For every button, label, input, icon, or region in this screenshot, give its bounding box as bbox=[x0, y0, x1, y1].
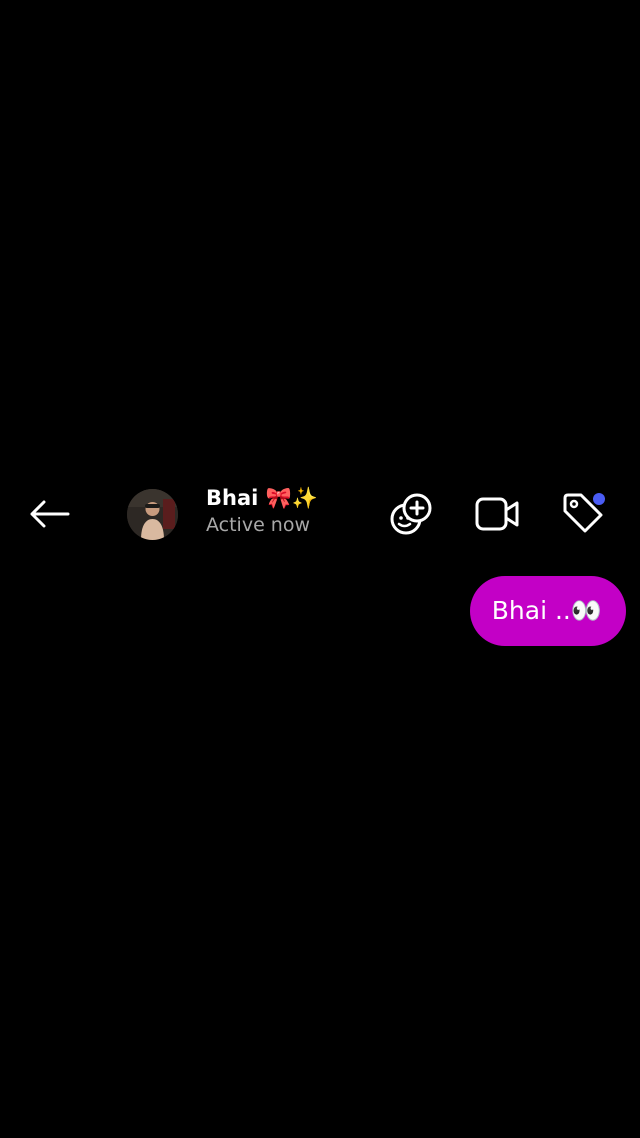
avatar[interactable] bbox=[127, 489, 178, 540]
sticker-add-icon bbox=[390, 493, 432, 535]
video-call-button[interactable] bbox=[473, 490, 521, 538]
arrow-left-icon bbox=[30, 500, 70, 528]
video-call-icon bbox=[475, 497, 519, 531]
contact-info[interactable]: Bhai 🎀✨ Active now bbox=[206, 484, 376, 544]
back-button[interactable] bbox=[24, 494, 74, 534]
tag-button[interactable] bbox=[559, 490, 607, 538]
avatar-image bbox=[127, 489, 178, 540]
active-status: Active now bbox=[206, 514, 311, 536]
notification-dot bbox=[593, 493, 605, 505]
sticker-button[interactable] bbox=[388, 490, 436, 538]
message-bubble[interactable]: Bhai ..👀 bbox=[469, 576, 626, 646]
message-text: Bhai ..👀 bbox=[491, 596, 602, 625]
contact-name: Bhai 🎀✨ bbox=[206, 486, 318, 510]
chat-header: Bhai 🎀✨ Active now bbox=[0, 470, 640, 560]
